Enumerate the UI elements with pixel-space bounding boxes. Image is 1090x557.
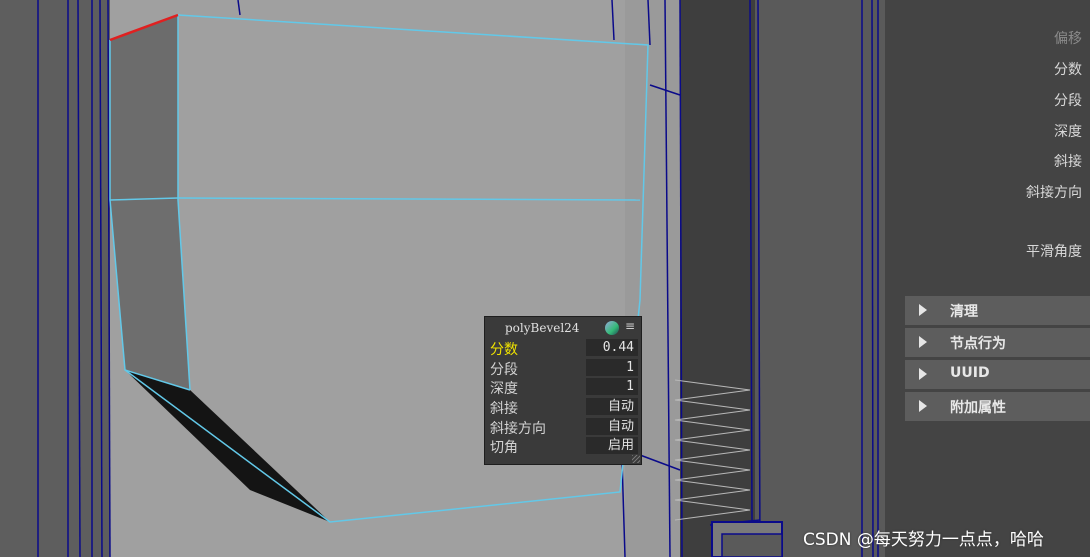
bevel-face-top xyxy=(110,15,178,200)
menu-icon[interactable]: ≡ xyxy=(625,319,635,333)
attr-depth-label: 深度 xyxy=(1054,124,1082,140)
hud-row-fraction[interactable]: 分数 0.44 xyxy=(489,338,639,358)
section-label: UUID xyxy=(950,365,990,381)
hud-label: 切角 xyxy=(490,440,518,456)
right-strip xyxy=(625,0,680,557)
in-view-editor[interactable]: polyBevel24 ≡ 分数 0.44 分段 1 深度 1 斜接 自动 斜接… xyxy=(484,316,642,465)
hud-label: 分段 xyxy=(490,362,518,378)
hud-row-miter-direction[interactable]: 斜接方向 自动 xyxy=(489,417,639,437)
hud-value-field[interactable]: 1 xyxy=(586,359,638,376)
hud-label: 斜接方向 xyxy=(490,421,546,437)
attr-segments-label: 分段 xyxy=(1054,93,1082,109)
hud-row-depth[interactable]: 深度 1 xyxy=(489,377,639,397)
section-label: 清理 xyxy=(950,304,978,320)
expand-triangle-icon xyxy=(919,304,927,316)
section-uuid[interactable]: UUID xyxy=(905,360,1090,389)
hud-row-segments[interactable]: 分段 1 xyxy=(489,358,639,378)
hud-label: 深度 xyxy=(490,381,518,397)
section-cleanup[interactable]: 清理 xyxy=(905,296,1090,325)
section-label: 附加属性 xyxy=(950,400,1006,416)
attr-offset-label: 偏移 xyxy=(1054,31,1082,47)
hud-value-dropdown[interactable]: 自动 xyxy=(586,398,638,415)
hud-value-dropdown[interactable]: 自动 xyxy=(586,418,638,435)
expand-triangle-icon xyxy=(919,336,927,348)
left-column xyxy=(0,0,110,557)
section-extra-attributes[interactable]: 附加属性 xyxy=(905,392,1090,421)
resize-grip-icon[interactable] xyxy=(632,455,640,463)
hud-label: 分数 xyxy=(490,342,518,358)
attribute-editor: 偏移 分数 分段 深度 斜接 斜接方向 平滑角度 清理 节点行为 UUID 附加… xyxy=(885,0,1090,557)
hud-row-chamfer[interactable]: 切角 启用 xyxy=(489,436,639,456)
shading-ball-icon[interactable] xyxy=(605,321,619,335)
hud-value-field[interactable]: 0.44 xyxy=(586,339,638,356)
dark-pillar xyxy=(680,0,755,557)
section-label: 节点行为 xyxy=(950,336,1006,352)
expand-triangle-icon xyxy=(919,368,927,380)
watermark: CSDN @每天努力一点点，哈哈 xyxy=(803,530,1044,550)
attr-fraction-label: 分数 xyxy=(1054,62,1082,78)
section-node-behavior[interactable]: 节点行为 xyxy=(905,328,1090,357)
right-background xyxy=(755,0,885,557)
hud-value-dropdown[interactable]: 启用 xyxy=(586,437,638,454)
hud-row-miter[interactable]: 斜接 自动 xyxy=(489,397,639,417)
selected-face-area xyxy=(110,0,680,557)
attr-miter-direction-label: 斜接方向 xyxy=(1026,185,1082,201)
hud-label: 斜接 xyxy=(490,401,518,417)
hud-value-field[interactable]: 1 xyxy=(586,378,638,395)
attr-smoothing-angle-label: 平滑角度 xyxy=(1026,244,1082,260)
expand-triangle-icon xyxy=(919,400,927,412)
object-block-inner xyxy=(721,533,783,557)
node-name: polyBevel24 xyxy=(505,321,580,335)
attr-miter-label: 斜接 xyxy=(1054,154,1082,170)
